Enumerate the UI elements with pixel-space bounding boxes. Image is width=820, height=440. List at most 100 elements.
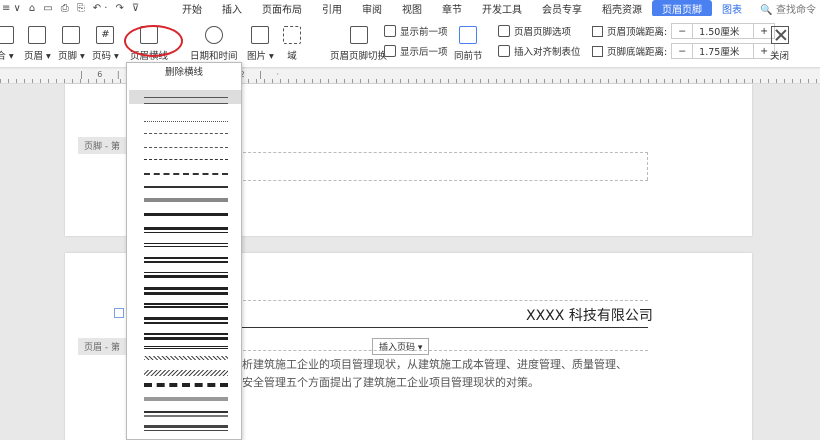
link-previous-icon xyxy=(459,26,478,44)
menu-layout[interactable]: 页面布局 xyxy=(252,1,312,16)
field-button[interactable]: 域 xyxy=(283,26,301,62)
line-style-option[interactable] xyxy=(144,356,228,360)
tab-header-footer[interactable]: 页眉页脚 xyxy=(652,0,712,17)
menu-bar: ≡ ∨ ⌂ ▭ ⎙ ⎘ ↶ · ↷ ⊽ 开始 插入 页面布局 引用 审阅 视图 … xyxy=(0,0,820,17)
header-boundary-bottom xyxy=(228,350,648,351)
menu-icon[interactable]: ≡ ∨ xyxy=(2,3,21,14)
field-icon xyxy=(283,26,301,44)
footer-icon xyxy=(62,26,81,44)
home-icon[interactable]: ⌂ xyxy=(29,3,35,14)
show-previous-label: 显示前一项 xyxy=(400,27,448,38)
header-label: 页眉 ▾ xyxy=(24,51,51,62)
insert-page-number-button[interactable]: 插入页码 ▾ xyxy=(372,338,430,355)
redo-icon[interactable]: ↷ xyxy=(115,3,123,14)
footer-boundary xyxy=(228,152,648,153)
line-style-option[interactable] xyxy=(144,159,228,160)
save-icon[interactable]: ▭ xyxy=(43,3,52,14)
line-style-option[interactable] xyxy=(144,243,228,247)
header-footer-switch-button[interactable]: 页眉页脚切换 xyxy=(330,26,387,62)
line-style-option[interactable] xyxy=(144,103,228,104)
line-style-option[interactable] xyxy=(144,333,228,340)
line-style-option[interactable] xyxy=(144,227,228,233)
page-number-button[interactable]: # 页码 ▾ xyxy=(92,26,119,62)
menu-view[interactable]: 视图 xyxy=(392,1,432,16)
footer-label: 页脚 ▾ xyxy=(58,51,85,62)
menu-insert[interactable]: 插入 xyxy=(212,1,252,16)
line-style-option[interactable] xyxy=(144,272,228,278)
body-line-1: 析建筑施工企业的项目管理现状，从建筑施工成本管理、进度管理、质量管理、 xyxy=(242,358,627,371)
show-next-button[interactable]: 显示后一项 xyxy=(384,44,448,58)
header-rule xyxy=(228,327,648,328)
menu-home[interactable]: 开始 xyxy=(172,1,212,16)
highlight-circle xyxy=(124,25,183,57)
delete-line-option[interactable]: 删除横线 xyxy=(127,63,241,83)
merge-icon xyxy=(0,26,14,44)
line-style-option[interactable] xyxy=(144,383,228,387)
show-previous-button[interactable]: 显示前一项 xyxy=(384,24,448,38)
line-style-option[interactable] xyxy=(144,425,228,431)
footer-boundary-edge xyxy=(647,152,648,180)
line-style-option[interactable] xyxy=(144,198,228,202)
line-style-option[interactable] xyxy=(144,147,228,148)
close-label: 关闭 xyxy=(770,51,790,62)
line-style-option[interactable] xyxy=(144,257,228,263)
options-icon xyxy=(498,25,510,37)
footer-tag: 页脚 - 第 xyxy=(78,137,126,154)
footer-distance-label: 页脚底端距离: xyxy=(607,47,668,58)
line-style-option[interactable] xyxy=(144,121,228,122)
close-icon xyxy=(770,26,789,44)
insert-tab-stop-button[interactable]: 插入对齐制表位 xyxy=(498,44,581,58)
menu-section[interactable]: 章节 xyxy=(432,1,472,16)
show-next-label: 显示后一项 xyxy=(400,47,448,58)
line-style-option[interactable] xyxy=(144,213,228,216)
picture-icon xyxy=(251,26,270,44)
line-style-option[interactable] xyxy=(144,370,228,376)
header-distance-label: 页眉顶端距离: xyxy=(607,27,668,38)
tab-stop-icon xyxy=(498,45,510,57)
footer-distance-minus[interactable]: − xyxy=(672,46,692,57)
customize-icon[interactable]: ⊽ xyxy=(132,3,139,14)
line-style-option[interactable] xyxy=(144,186,228,188)
quick-access-toolbar: ≡ ∨ ⌂ ▭ ⎙ ⎘ ↶ · ↷ ⊽ xyxy=(0,3,172,14)
footer-distance-input[interactable]: 1.75厘米 xyxy=(692,44,755,58)
date-time-button[interactable]: 日期和时间 xyxy=(190,26,238,62)
options-label: 页眉页脚选项 xyxy=(514,27,572,38)
picture-button[interactable]: 图片 ▾ xyxy=(247,26,274,62)
menu-member[interactable]: 会员专享 xyxy=(532,1,592,16)
footer-button[interactable]: 页脚 ▾ xyxy=(58,26,85,62)
header-distance-input[interactable]: 1.50厘米 xyxy=(692,24,755,38)
print-icon[interactable]: ⎙ xyxy=(61,3,69,14)
menu-developer[interactable]: 开发工具 xyxy=(472,1,532,16)
header-company-name[interactable]: XXXX 科技有限公司 xyxy=(526,305,653,325)
picture-label: 图片 ▾ xyxy=(247,51,274,62)
menu-chart[interactable]: 图表 xyxy=(712,1,752,16)
line-style-option[interactable] xyxy=(144,287,228,295)
line-style-option[interactable] xyxy=(144,133,228,134)
search-command[interactable]: 🔍 查找命令 xyxy=(760,1,820,16)
calendar-icon xyxy=(204,26,223,44)
menu-docer[interactable]: 稻壳资源 xyxy=(592,1,652,16)
menu-review[interactable]: 审阅 xyxy=(352,1,392,16)
header-distance-icon xyxy=(592,25,603,37)
line-style-option[interactable] xyxy=(144,303,228,308)
preview-icon[interactable]: ⎘ xyxy=(77,3,85,14)
anchor-icon xyxy=(114,308,124,318)
switch-icon xyxy=(349,26,368,44)
menu-references[interactable]: 引用 xyxy=(312,1,352,16)
search-placeholder: 查找命令 xyxy=(776,4,816,16)
header-footer-options-button[interactable]: 页眉页脚选项 xyxy=(498,24,571,38)
line-style-option[interactable] xyxy=(144,317,228,324)
footer-boundary-bottom xyxy=(228,180,648,181)
line-style-option[interactable] xyxy=(144,411,228,417)
line-style-option[interactable] xyxy=(144,397,228,401)
line-style-option[interactable] xyxy=(129,90,241,104)
line-style-option[interactable] xyxy=(144,173,228,175)
line-style-option[interactable] xyxy=(144,346,228,349)
header-button[interactable]: 页眉 ▾ xyxy=(24,26,51,62)
close-header-footer-button[interactable]: 关闭 xyxy=(770,26,789,62)
undo-icon[interactable]: ↶ · xyxy=(93,3,108,14)
merge-button[interactable]: 合 ▾ xyxy=(0,26,14,62)
header-distance-minus[interactable]: − xyxy=(672,26,692,37)
ribbon: 合 ▾ 页眉 ▾ 页脚 ▾ # 页码 ▾ 页眉横线 日期和时间 图片 ▾ 域 页… xyxy=(0,16,820,68)
link-previous-button[interactable]: 同前节 xyxy=(454,26,483,62)
